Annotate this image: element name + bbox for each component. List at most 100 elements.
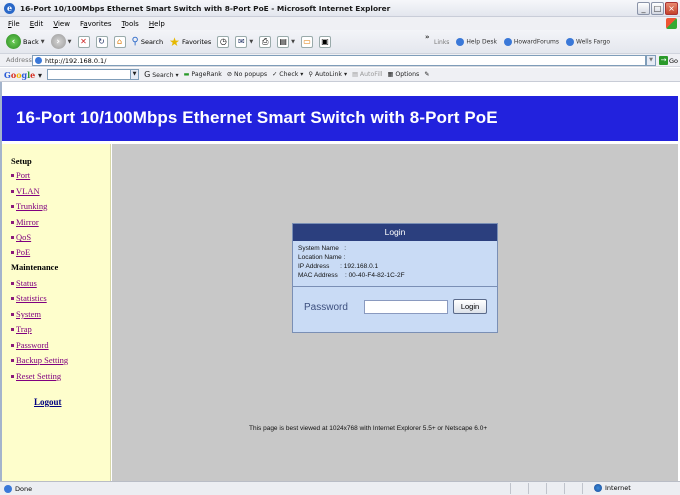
options-icon: ▦: [387, 71, 394, 78]
menu-tools[interactable]: Tools: [122, 20, 139, 28]
links-bar: Links Help Desk HowardForums Wells Fargo: [434, 30, 610, 54]
login-divider: [293, 286, 497, 287]
address-input[interactable]: http://192.168.0.1/: [32, 55, 646, 66]
autofill-button[interactable]: ▤ AutoFill: [352, 71, 382, 78]
link-page-icon: [566, 38, 575, 46]
sidebar-link-qos[interactable]: QoS: [11, 232, 31, 242]
google-g-icon: G: [144, 70, 151, 79]
bullet-icon: [11, 220, 14, 224]
sidebar-menu: Setup Port VLAN Trunking Mirror QoS PoE …: [2, 144, 111, 481]
google-search-dropdown-icon[interactable]: ▼: [130, 69, 140, 80]
mail-icon: ✉: [235, 35, 248, 48]
mail-dropdown-icon[interactable]: ▼: [249, 39, 253, 45]
home-icon[interactable]: ⌂: [113, 35, 126, 48]
main-content: Login System Name : Location Name : IP A…: [112, 144, 678, 481]
go-button[interactable]: → Go: [659, 55, 680, 66]
edit-icon: ▤: [277, 35, 290, 48]
login-button[interactable]: Login: [453, 299, 487, 314]
page-title: 16-Port 10/100Mbps Ethernet Smart Switch…: [16, 108, 498, 127]
refresh-icon[interactable]: ↻: [95, 35, 108, 48]
window-titlebar[interactable]: e 16-Port 10/100Mbps Ethernet Smart Swit…: [0, 0, 680, 17]
bullet-icon: [11, 250, 14, 254]
links-label: Links: [434, 38, 450, 46]
google-search-input[interactable]: [47, 69, 132, 80]
menu-favorites[interactable]: Favorites: [80, 20, 112, 28]
back-label: Back: [23, 37, 39, 46]
sidebar-link-password[interactable]: Password: [11, 340, 49, 350]
go-arrow-icon: →: [659, 56, 668, 65]
menu-bar: File Edit View Favorites Tools Help: [0, 17, 680, 30]
sidebar-link-reset-setting[interactable]: Reset Setting: [11, 371, 61, 381]
mac-address-row: MAC Address : 00-40-F4-82-1C-2F: [298, 272, 405, 279]
sidebar-heading-maintenance: Maintenance: [11, 262, 59, 272]
edit-button[interactable]: ▤ ▼: [277, 35, 295, 48]
back-dropdown-icon[interactable]: ▼: [41, 39, 45, 45]
sidebar-link-port[interactable]: Port: [11, 170, 30, 180]
status-divider: [528, 483, 529, 494]
popup-blocker-button[interactable]: ⊘ No popups: [227, 71, 267, 78]
google-search-button[interactable]: G Search ▾: [144, 70, 179, 79]
google-toolbar: Google ▾ ▼ G Search ▾ ▬ PageRank ⊘ No po…: [0, 68, 680, 82]
favorites-button[interactable]: ★ Favorites: [169, 35, 211, 49]
menu-edit[interactable]: Edit: [30, 20, 44, 28]
standard-toolbar: ‹ Back ▼ › ▼ ✕ ↻ ⌂ ⚲ Search ★ Favorites …: [0, 30, 680, 54]
history-icon[interactable]: ◷: [217, 35, 230, 48]
search-button[interactable]: ⚲ Search: [132, 36, 164, 47]
bullet-icon: [11, 204, 14, 208]
maximize-button[interactable]: □: [651, 2, 664, 15]
sidebar-link-status[interactable]: Status: [11, 278, 37, 288]
toolbar-overflow-chevron[interactable]: »: [425, 33, 430, 41]
address-bar: Address http://192.168.0.1/ ▼ → Go: [0, 54, 680, 67]
sidebar-link-statistics[interactable]: Statistics: [11, 293, 47, 303]
password-label: Password: [304, 302, 348, 313]
back-arrow-icon: ‹: [6, 34, 21, 49]
pagerank-button[interactable]: ▬ PageRank: [184, 71, 222, 78]
address-dropdown-icon[interactable]: ▼: [646, 55, 656, 66]
mail-button[interactable]: ✉ ▼: [235, 35, 253, 48]
menu-help[interactable]: Help: [149, 20, 165, 28]
print-icon[interactable]: ⎙: [259, 35, 272, 48]
pen-icon[interactable]: ✎: [424, 71, 429, 78]
sidebar-link-poe[interactable]: PoE: [11, 247, 30, 257]
autolink-button[interactable]: ⚲ AutoLink ▾: [308, 71, 347, 78]
back-button[interactable]: ‹ Back ▼: [6, 34, 45, 49]
logout-link[interactable]: Logout: [34, 397, 62, 407]
options-button[interactable]: ▦ Options: [388, 71, 420, 78]
favorites-star-icon: ★: [169, 34, 180, 49]
menu-file[interactable]: File: [8, 20, 20, 28]
location-name-row: Location Name :: [298, 254, 346, 261]
sidebar-heading-setup: Setup: [11, 156, 32, 166]
forward-button[interactable]: › ▼: [50, 34, 72, 49]
status-divider: [546, 483, 547, 494]
pagerank-icon: ▬: [183, 71, 190, 78]
link-howardforums[interactable]: HowardForums: [503, 38, 559, 46]
security-zone: Internet: [594, 484, 631, 492]
link-wells-fargo[interactable]: Wells Fargo: [566, 38, 610, 46]
minimize-button[interactable]: _: [637, 2, 650, 15]
messenger-icon[interactable]: ▣: [319, 35, 332, 48]
sidebar-link-vlan[interactable]: VLAN: [11, 186, 40, 196]
sidebar-link-system[interactable]: System: [11, 309, 41, 319]
forward-arrow-icon: ›: [50, 34, 66, 49]
web-page: 16-Port 10/100Mbps Ethernet Smart Switch…: [0, 82, 680, 481]
sidebar-link-trunking[interactable]: Trunking: [11, 201, 47, 211]
login-title: Login: [293, 224, 497, 241]
bullet-icon: [11, 173, 14, 177]
close-button[interactable]: ×: [665, 2, 678, 15]
sidebar-link-backup-setting[interactable]: Backup Setting: [11, 355, 68, 365]
address-label: Address: [6, 56, 32, 64]
sidebar-link-mirror[interactable]: Mirror: [11, 217, 39, 227]
google-logo[interactable]: Google ▾: [4, 70, 42, 80]
spell-check-button[interactable]: ✓ Check ▾: [272, 71, 303, 78]
bullet-icon: [11, 189, 14, 193]
sidebar-link-trap[interactable]: Trap: [11, 324, 32, 334]
link-help-desk[interactable]: Help Desk: [456, 38, 497, 46]
folder-icon[interactable]: ▭: [301, 35, 314, 48]
internet-globe-icon: [594, 484, 602, 492]
forward-dropdown-icon[interactable]: ▼: [68, 39, 72, 45]
edit-dropdown-icon[interactable]: ▼: [291, 39, 295, 45]
stop-icon[interactable]: ✕: [77, 35, 90, 48]
password-input[interactable]: [364, 300, 448, 314]
menu-view[interactable]: View: [53, 20, 70, 28]
search-label: Search: [140, 37, 164, 46]
